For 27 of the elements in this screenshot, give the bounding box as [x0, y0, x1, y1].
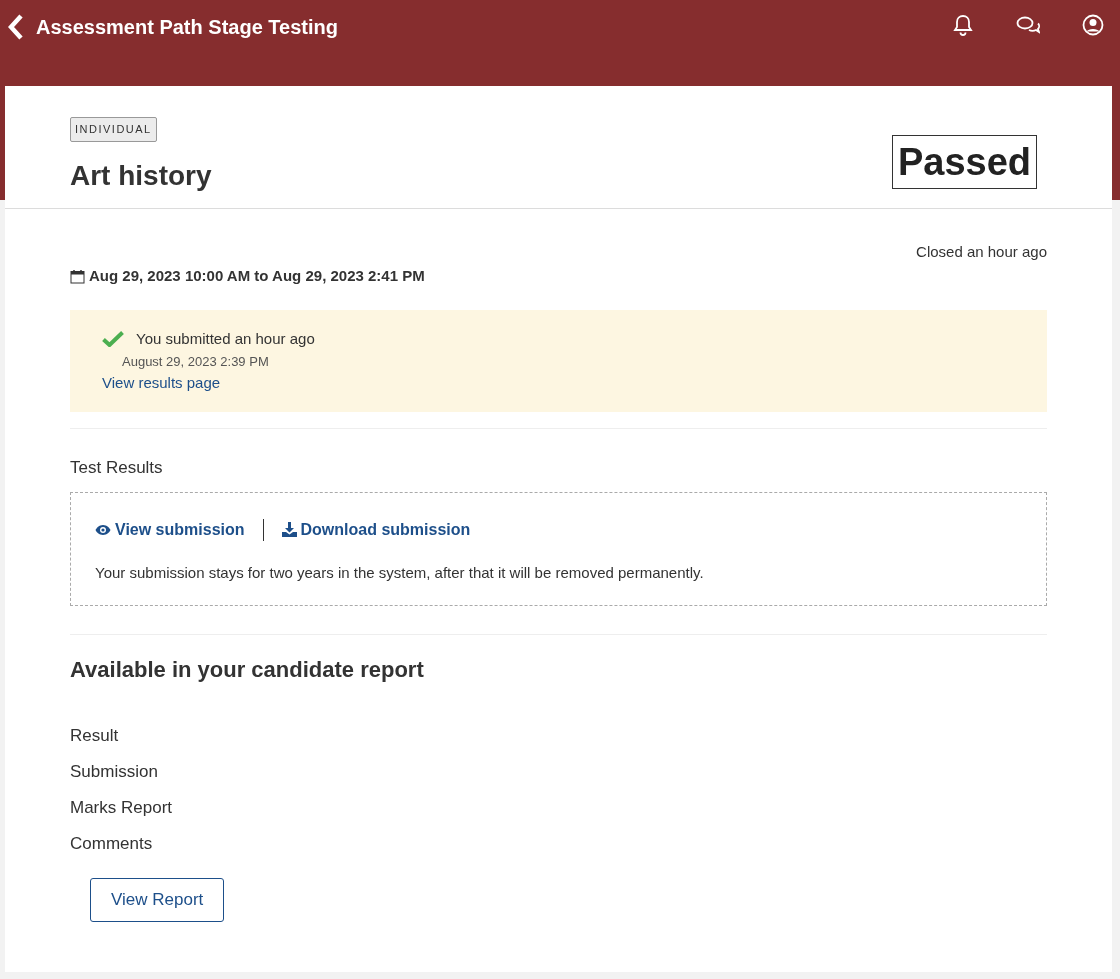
bell-icon[interactable] [952, 14, 974, 36]
results-link[interactable]: View results page [102, 371, 221, 394]
view-report-button[interactable]: View Report [90, 878, 225, 922]
date-range: Aug 29, 2023 10:00 AM to Aug 29, 2023 2:41 PM [89, 266, 425, 286]
status-text: Closed an hour ago [916, 241, 1047, 262]
back-icon[interactable] [8, 14, 24, 40]
calendar-icon [70, 268, 85, 284]
notice-message: You submitted an hour ago [136, 328, 315, 349]
chat-icon[interactable] [1016, 15, 1040, 35]
page-title: Assessment Path Stage Testing [36, 15, 338, 40]
report-item: Marks Report [70, 797, 174, 819]
assessment-title: Art history [70, 158, 212, 193]
section-heading: Test Results [70, 457, 164, 479]
download-icon [281, 522, 297, 537]
checkmark-icon [102, 330, 124, 347]
result-label: Passed [891, 134, 1037, 189]
view-link[interactable]: View submission [95, 517, 245, 542]
report-item: Result [70, 725, 120, 747]
download-link[interactable]: Download submission [281, 517, 471, 542]
report-item: Submission [70, 761, 159, 783]
user-icon[interactable] [1082, 14, 1104, 36]
retention-note: Your submission stays for two years in the system, after that it will be removed permanently. [95, 562, 705, 583]
report-heading: Available in your candidate report [70, 656, 425, 684]
report-item: Comments [70, 833, 154, 855]
submission-timestamp: August 29, 2023 2:39 PM [122, 353, 270, 371]
eye-icon [95, 523, 111, 536]
type-badge: INDIVIDUAL [70, 117, 157, 142]
